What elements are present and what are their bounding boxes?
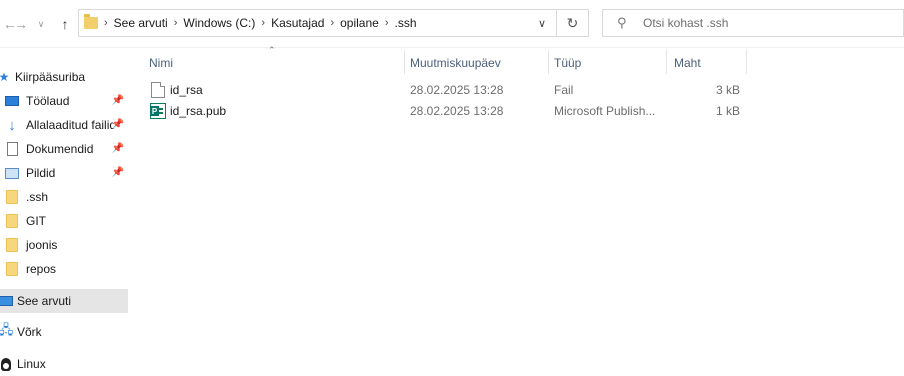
column-header-name[interactable]: Nimi [149, 51, 404, 75]
file-name: id_rsa.pub [170, 104, 227, 118]
sidebar-item-desktop[interactable]: Töölaud 📌 [0, 89, 128, 113]
computer-icon [0, 293, 13, 309]
sidebar-item-repos[interactable]: repos [0, 257, 128, 281]
address-bar[interactable]: › See arvuti › Windows (C:) › Kasutajad … [78, 9, 557, 37]
sidebar-item-label: .ssh [26, 190, 49, 204]
column-header-label: Maht [674, 56, 701, 70]
pin-icon[interactable]: 📌 [112, 95, 124, 106]
sidebar-item-downloads[interactable]: ↓ Allalaaditud failid 📌 [0, 113, 128, 137]
column-divider[interactable] [404, 50, 405, 74]
publisher-file-icon: P [150, 101, 166, 121]
sidebar-item-label: Linux [17, 357, 46, 371]
sidebar-item-linux[interactable]: Linux [0, 352, 128, 376]
navigation-pane: ★ Kiirpääsuriba Töölaud 📌 ↓ Allalaaditud… [0, 48, 128, 374]
recent-locations-button[interactable]: ∨ [31, 12, 51, 36]
chevron-right-icon[interactable]: › [385, 17, 389, 29]
network-icon: 🖧 [0, 322, 14, 337]
toolbar-divider [0, 47, 904, 48]
sidebar-item-label: Kiirpääsuriba [15, 70, 86, 84]
breadcrumb-ssh[interactable]: .ssh [394, 16, 416, 30]
column-header-modified[interactable]: Muutmiskuupäev [410, 51, 548, 75]
sidebar-item-git[interactable]: GIT [0, 209, 128, 233]
folder-icon [84, 14, 98, 29]
column-header-label: Muutmiskuupäev [410, 56, 501, 70]
sidebar-item-label: repos [26, 262, 57, 276]
file-size: 1 kB [715, 104, 740, 118]
pin-icon[interactable]: 📌 [112, 167, 124, 178]
file-size: 3 kB [715, 83, 740, 97]
search-placeholder[interactable]: Otsi kohast .ssh [643, 16, 728, 30]
sidebar-item-label: GIT [26, 214, 46, 228]
chevron-down-icon: ∨ [37, 18, 45, 29]
sidebar-item-ssh[interactable]: .ssh [0, 185, 128, 209]
sidebar-item-joonis[interactable]: joonis [0, 233, 128, 257]
sidebar-item-quick-access[interactable]: ★ Kiirpääsuriba [0, 65, 128, 89]
column-header-size[interactable]: Maht [674, 51, 746, 75]
column-header-label: Tüüp [554, 56, 582, 70]
star-icon: ★ [0, 70, 10, 84]
up-button[interactable]: ↑ [55, 12, 75, 36]
breadcrumb-kasutajad[interactable]: Kasutajad [271, 16, 324, 30]
forward-arrow-icon: → [14, 16, 28, 32]
file-modified: 28.02.2025 13:28 [410, 83, 504, 97]
breadcrumb: › See arvuti › Windows (C:) › Kasutajad … [98, 10, 417, 36]
pictures-icon [4, 165, 20, 181]
pin-icon[interactable]: 📌 [112, 119, 124, 130]
folder-icon [4, 237, 20, 253]
pin-icon[interactable]: 📌 [112, 143, 124, 154]
sidebar-item-documents[interactable]: Dokumendid 📌 [0, 137, 128, 161]
address-history-dropdown[interactable]: ∨ [528, 10, 556, 36]
folder-icon [4, 213, 20, 229]
refresh-button[interactable]: ↻ [557, 9, 589, 37]
column-divider[interactable] [548, 50, 549, 74]
column-divider[interactable] [666, 50, 667, 74]
sidebar-item-label: Pildid [26, 166, 56, 180]
breadcrumb-windows-c[interactable]: Windows (C:) [183, 16, 255, 30]
sidebar-item-label: Allalaaditud failid [26, 118, 114, 132]
up-arrow-icon: ↑ [61, 16, 69, 32]
download-arrow-icon: ↓ [8, 116, 16, 134]
column-header-type[interactable]: Tüüp [554, 51, 666, 75]
chevron-down-icon: ∨ [537, 17, 547, 30]
chevron-right-icon[interactable]: › [261, 17, 265, 29]
folder-icon [4, 189, 20, 205]
refresh-icon: ↻ [566, 14, 579, 31]
sidebar-item-label: joonis [26, 238, 58, 252]
documents-icon [4, 141, 20, 157]
file-row[interactable]: id_rsa 28.02.2025 13:28 Fail 3 kB [146, 80, 746, 100]
sidebar-item-pictures[interactable]: Pildid 📌 [0, 161, 128, 185]
column-header-label: Nimi [149, 56, 173, 70]
file-modified: 28.02.2025 13:28 [410, 104, 504, 118]
search-icon: ⚲ [617, 15, 627, 30]
linux-penguin-icon [0, 356, 14, 372]
file-name: id_rsa [170, 83, 203, 97]
file-row[interactable]: P id_rsa.pub 28.02.2025 13:28 Microsoft … [146, 101, 746, 121]
generic-file-icon [151, 80, 165, 100]
sidebar-item-network[interactable]: 🖧 Võrk [0, 320, 128, 344]
folder-icon [4, 261, 20, 277]
sidebar-item-this-pc[interactable]: See arvuti [0, 289, 128, 313]
chevron-right-icon[interactable]: › [330, 17, 334, 29]
file-type: Microsoft Publish... [554, 104, 656, 118]
sidebar-item-label: Töölaud [26, 94, 70, 108]
breadcrumb-opilane[interactable]: opilane [340, 16, 379, 30]
forward-button[interactable]: → [11, 12, 31, 36]
search-box[interactable]: ⚲ Otsi kohast .ssh [602, 9, 904, 37]
file-type: Fail [554, 83, 574, 97]
breadcrumb-see-arvuti[interactable]: See arvuti [114, 16, 168, 30]
desktop-icon [4, 93, 20, 109]
chevron-right-icon: › [104, 17, 108, 29]
sidebar-item-label: See arvuti [17, 294, 72, 308]
chevron-right-icon[interactable]: › [174, 17, 178, 29]
column-divider[interactable] [746, 50, 747, 74]
sidebar-item-label: Dokumendid [26, 142, 94, 156]
sidebar-item-label: Võrk [17, 325, 42, 339]
